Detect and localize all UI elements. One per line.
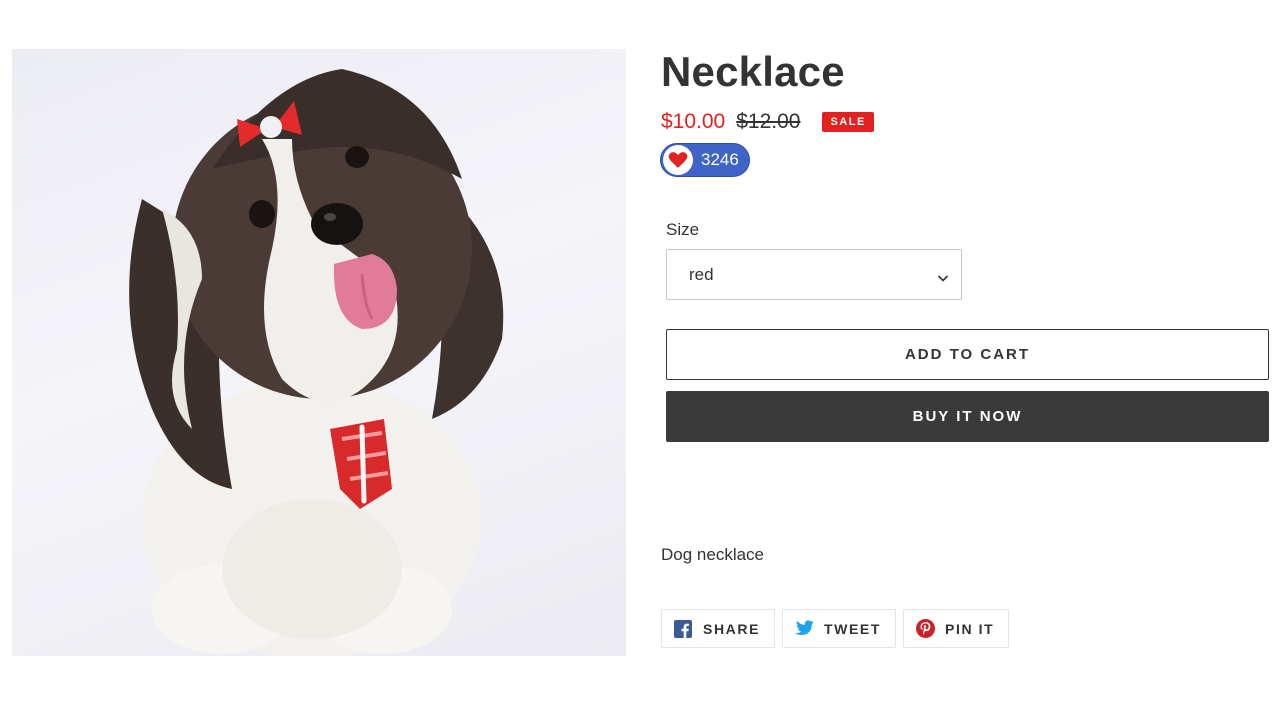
- product-description: Dog necklace: [661, 545, 765, 564]
- size-label: Size: [666, 220, 700, 239]
- facebook-icon: [673, 619, 693, 639]
- social-share-row: SHARE TWEET PIN IT: [661, 609, 1010, 648]
- dog-photo: [129, 69, 504, 656]
- size-select[interactable]: red: [666, 249, 962, 300]
- like-count: 3246: [701, 150, 739, 169]
- share-label: SHARE: [703, 620, 761, 637]
- compare-at-price: $12.00: [736, 110, 801, 133]
- product-title: Necklace: [661, 48, 845, 95]
- share-facebook-button[interactable]: SHARE: [661, 609, 776, 648]
- size-selected-value: red: [689, 264, 714, 284]
- price-row: $10.00 $12.00 SALE: [661, 110, 874, 134]
- add-to-cart-button[interactable]: ADD TO CART: [666, 329, 1269, 380]
- twitter-icon: [794, 619, 814, 639]
- sale-badge: SALE: [822, 112, 874, 132]
- tweet-label: TWEET: [824, 620, 882, 637]
- share-twitter-button[interactable]: TWEET: [782, 609, 897, 648]
- pin-it-label: PIN IT: [945, 620, 995, 637]
- sale-price: $10.00: [661, 110, 726, 133]
- heart-icon: [663, 145, 693, 175]
- like-button[interactable]: 3246: [660, 143, 750, 177]
- chevron-down-icon: [937, 268, 949, 288]
- product-image[interactable]: [12, 49, 626, 656]
- buy-it-now-button[interactable]: BUY IT NOW: [666, 391, 1269, 442]
- share-pinterest-button[interactable]: PIN IT: [903, 609, 1010, 648]
- pinterest-icon: [915, 619, 935, 639]
